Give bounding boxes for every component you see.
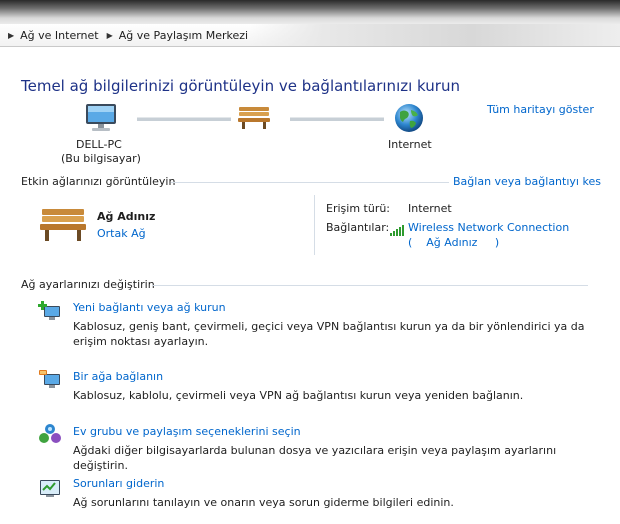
- task-new-connection-link[interactable]: Yeni bağlantı veya ağ kurun: [73, 301, 226, 314]
- task-connect-network-desc: Kablosuz, kablolu, çevirmeli veya VPN ağ…: [73, 389, 524, 402]
- breadcrumb-arrow-icon[interactable]: ▶: [107, 31, 113, 40]
- globe-icon: [393, 102, 425, 138]
- breadcrumb-sharing-center[interactable]: Ağ ve Paylaşım Merkezi: [119, 29, 248, 42]
- task-homegroup-link[interactable]: Ev grubu ve paylaşım seçeneklerini seçin: [73, 425, 301, 438]
- computer-name: DELL-PC: [76, 138, 122, 151]
- computer-icon: [84, 102, 118, 138]
- address-bar[interactable]: ▶ Ağ ve Internet ▶ Ağ ve Paylaşım Merkez…: [0, 24, 620, 47]
- connect-disconnect-link[interactable]: Bağlan veya bağlantıyı kes: [453, 175, 601, 188]
- active-networks-divider: [171, 182, 449, 183]
- bench-icon[interactable]: [237, 104, 271, 134]
- task-troubleshoot-desc: Ağ sorunlarını tanılayın ve onarın veya …: [73, 496, 454, 509]
- settings-divider: [152, 285, 588, 286]
- wireless-connection-link[interactable]: Wireless Network Connection: [408, 221, 569, 234]
- wireless-signal-icon: [390, 221, 404, 240]
- map-link-line-1: [137, 117, 231, 121]
- active-networks-vertical-divider: [314, 195, 315, 255]
- breadcrumb-arrow-icon[interactable]: ▶: [8, 31, 14, 40]
- network-type-link[interactable]: Ortak Ağ: [97, 227, 146, 240]
- address-bar-blurred-area: [250, 24, 620, 46]
- troubleshoot-icon: [38, 477, 62, 503]
- breadcrumb-network-internet[interactable]: Ağ ve Internet: [20, 29, 98, 42]
- access-type-value: Internet: [408, 202, 452, 215]
- access-type-label: Erişim türü:: [326, 202, 391, 215]
- connection-network-link[interactable]: ( Ağ Adınız ): [408, 236, 499, 249]
- connections-label: Bağlantılar:: [326, 221, 390, 234]
- internet-label: Internet: [388, 138, 432, 151]
- network-bench-icon: [38, 205, 88, 247]
- task-connect-network-link[interactable]: Bir ağa bağlanın: [73, 370, 163, 383]
- show-full-map-link[interactable]: Tüm haritayı göster: [487, 103, 594, 116]
- settings-heading: Ağ ayarlarınızı değiştirin: [21, 278, 155, 291]
- active-networks-heading: Etkin ağlarınızı görüntüleyin: [21, 175, 176, 188]
- page-title: Temel ağ bilgilerinizi görüntüleyin ve b…: [21, 77, 460, 95]
- computer-subtitle: (Bu bilgisayar): [61, 152, 141, 165]
- connect-network-icon: [38, 368, 62, 394]
- new-connection-icon: [38, 300, 62, 326]
- task-troubleshoot-link[interactable]: Sorunları giderin: [73, 477, 164, 490]
- map-link-line-2: [290, 117, 384, 121]
- homegroup-icon: [38, 423, 62, 449]
- task-new-connection-desc: Kablosuz, geniş bant, çevirmeli, geçici …: [73, 320, 585, 348]
- task-homegroup-desc: Ağdaki diğer bilgisayarlarda bulunan dos…: [73, 444, 557, 472]
- network-name: Ağ Adınız: [97, 210, 156, 223]
